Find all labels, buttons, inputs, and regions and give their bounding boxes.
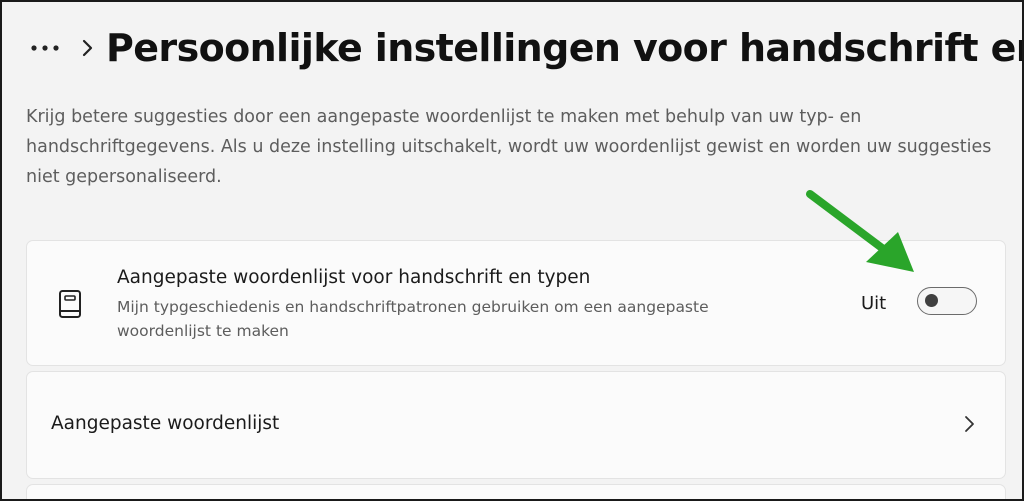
more-horizontal-icon[interactable] <box>30 33 66 63</box>
setting-card-custom-dictionary: Aangepaste woordenlijst voor handschrift… <box>26 240 1006 366</box>
setting-card-next[interactable] <box>26 484 1006 499</box>
setting-subtitle: Mijn typgeschiedenis en handschriftpatro… <box>117 298 709 340</box>
toggle-state-label: Uit <box>861 293 887 314</box>
setting-title: Aangepaste woordenlijst voor handschrift… <box>117 267 591 288</box>
custom-dictionary-link-label: Aangepaste woordenlijst <box>51 413 280 434</box>
chevron-right-icon <box>82 33 94 63</box>
page-description: Krijg betere suggesties door een aangepa… <box>26 107 992 187</box>
page-title: Persoonlijke instellingen voor handschri… <box>106 26 1024 70</box>
setting-card-custom-dictionary-link[interactable]: Aangepaste woordenlijst <box>26 371 1006 479</box>
toggle-knob <box>925 294 938 307</box>
breadcrumb: Persoonlijke instellingen voor handschri… <box>30 16 1022 80</box>
chevron-right-icon <box>961 414 977 434</box>
book-icon <box>57 289 83 319</box>
settings-window: Persoonlijke instellingen voor handschri… <box>0 0 1024 501</box>
custom-dictionary-toggle[interactable] <box>917 287 977 315</box>
